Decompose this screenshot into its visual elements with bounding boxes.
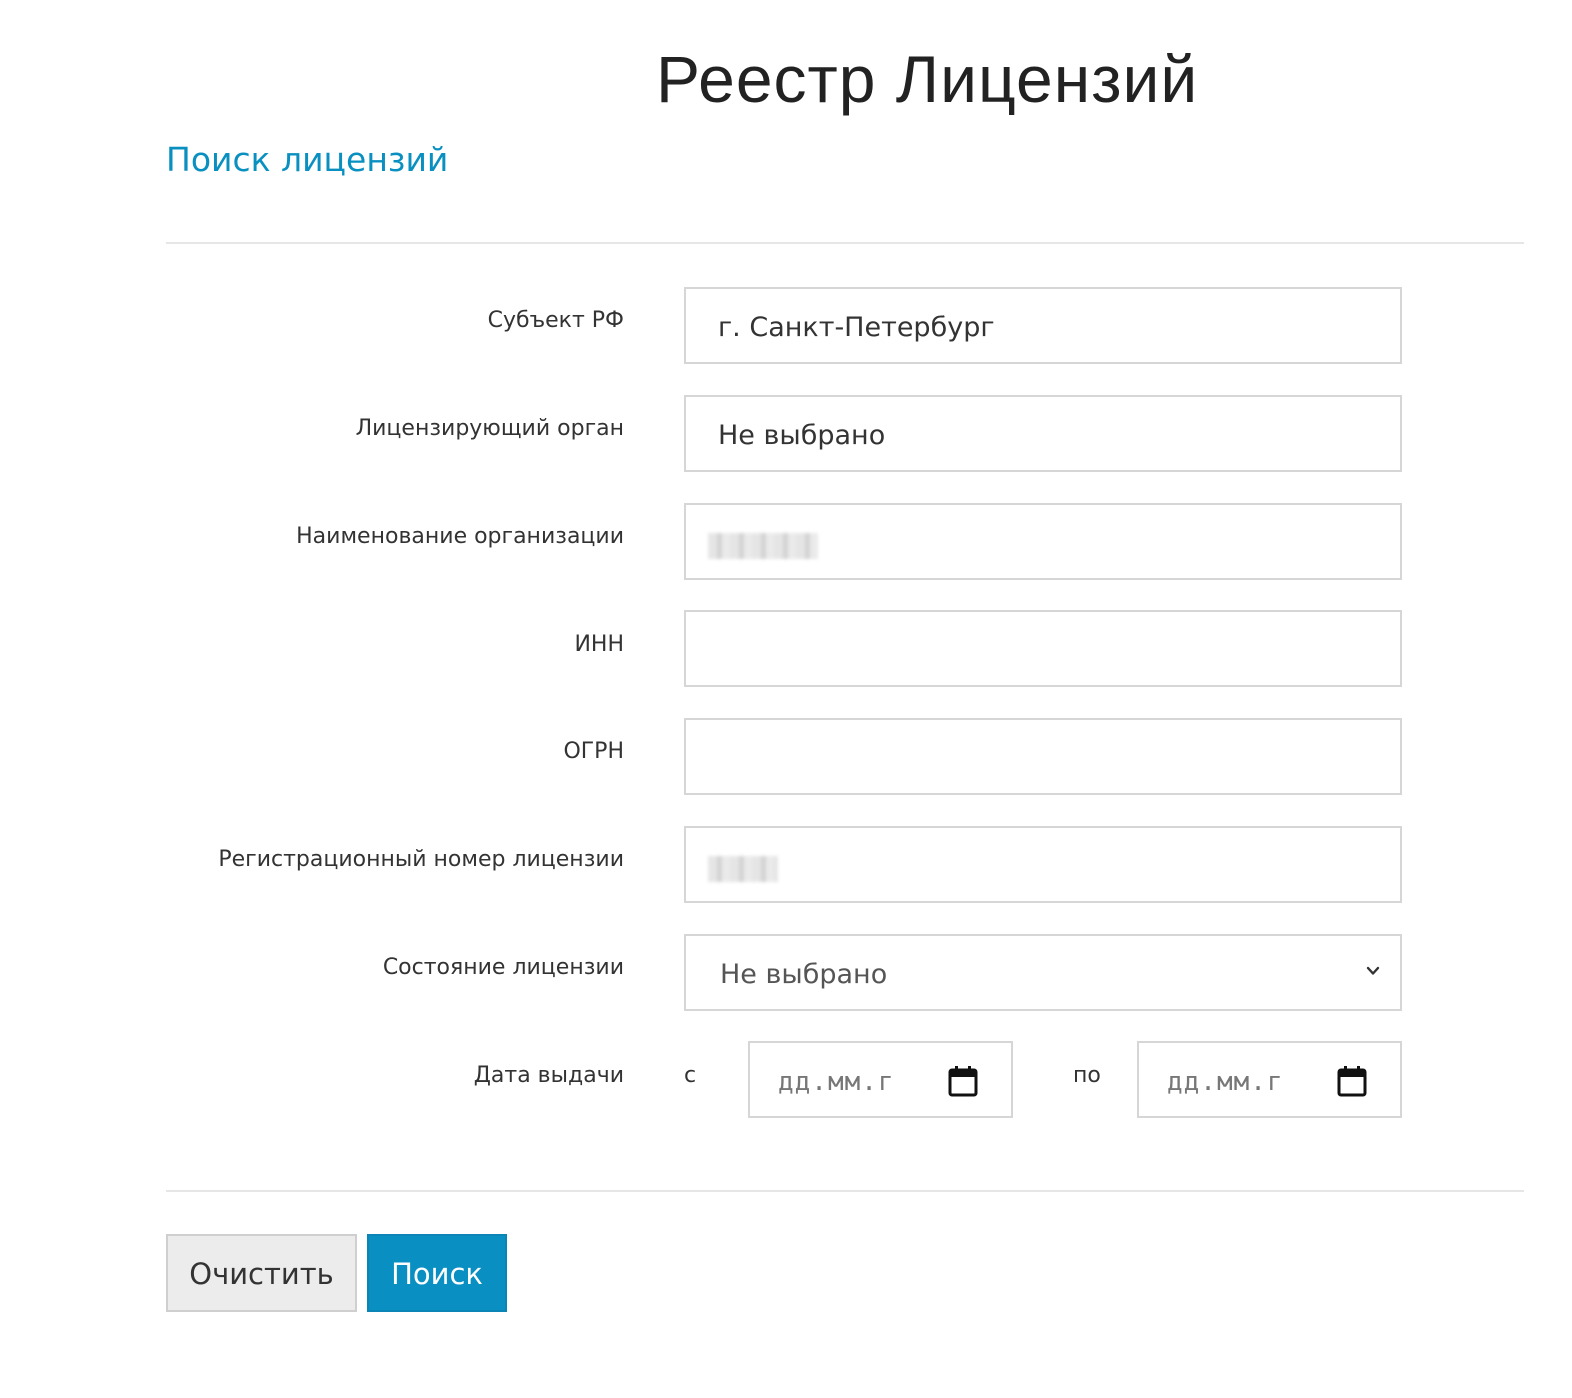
redacted-value bbox=[708, 856, 778, 882]
ogrn-input[interactable] bbox=[684, 718, 1402, 795]
license-state-select[interactable]: Не выбрано bbox=[684, 934, 1402, 1011]
calendar-icon[interactable] bbox=[948, 1065, 978, 1097]
subject-label: Субъект РФ bbox=[487, 308, 624, 333]
inn-input[interactable] bbox=[684, 610, 1402, 687]
registration-number-input[interactable] bbox=[684, 826, 1402, 903]
organization-name-label: Наименование организации bbox=[296, 524, 624, 549]
licensing-body-label: Лицензирующий орган bbox=[355, 416, 624, 441]
licensing-body-field-value: Не выбрано bbox=[718, 420, 886, 451]
subject-field[interactable]: г. Санкт-Петербург bbox=[684, 287, 1402, 364]
divider-top bbox=[166, 242, 1524, 244]
inn-label: ИНН bbox=[574, 632, 624, 657]
licensing-body-field[interactable]: Не выбрано bbox=[684, 395, 1402, 472]
date-from-label: с bbox=[684, 1063, 697, 1088]
page-title: Реестр Лицензий bbox=[656, 42, 1199, 116]
date-from-input[interactable]: дд.мм.г bbox=[748, 1041, 1013, 1118]
date-to-label: по bbox=[1073, 1063, 1101, 1088]
calendar-icon[interactable] bbox=[1337, 1065, 1367, 1097]
organization-name-input[interactable] bbox=[684, 503, 1402, 580]
license-state-label: Состояние лицензии bbox=[382, 955, 624, 980]
clear-button[interactable]: Очистить bbox=[166, 1234, 357, 1312]
divider-bottom bbox=[166, 1190, 1524, 1192]
date-to-placeholder: дд.мм.г bbox=[1167, 1067, 1284, 1097]
redacted-value bbox=[708, 533, 818, 559]
search-button[interactable]: Поиск bbox=[367, 1234, 507, 1312]
date-to-input[interactable]: дд.мм.г bbox=[1137, 1041, 1402, 1118]
subject-field-value: г. Санкт-Петербург bbox=[718, 312, 995, 343]
chevron-down-icon bbox=[1366, 966, 1380, 975]
license-state-selected: Не выбрано bbox=[720, 959, 888, 990]
section-title: Поиск лицензий bbox=[166, 140, 449, 179]
date-from-placeholder: дд.мм.г bbox=[778, 1067, 895, 1097]
registration-number-label: Регистрационный номер лицензии bbox=[218, 847, 624, 872]
issue-date-label: Дата выдачи bbox=[473, 1063, 624, 1088]
ogrn-label: ОГРН bbox=[563, 739, 624, 764]
